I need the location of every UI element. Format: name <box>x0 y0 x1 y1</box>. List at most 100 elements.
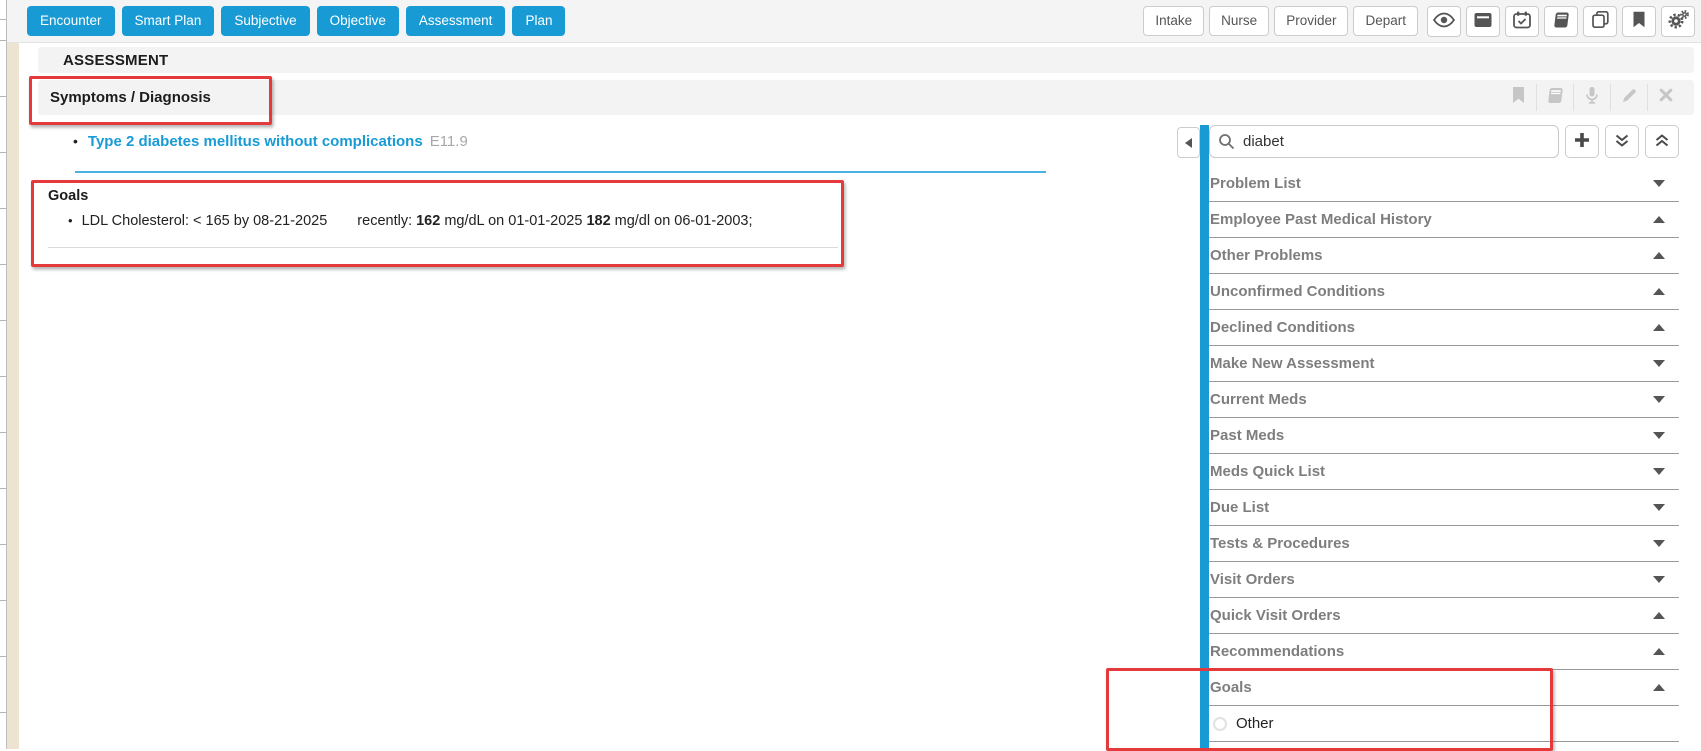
caret-icon <box>1653 360 1665 367</box>
pencil-icon <box>1621 87 1638 109</box>
assessment-button[interactable]: Assessment <box>405 6 506 36</box>
plus-icon <box>1574 132 1590 151</box>
caret-icon <box>1653 216 1665 223</box>
caret-icon <box>1653 252 1665 259</box>
left-edge-rail <box>0 0 7 749</box>
sidebar-item-current-meds[interactable]: Current Meds <box>1209 382 1679 418</box>
sidebar-item-make-new-assessment[interactable]: Make New Assessment <box>1209 346 1679 382</box>
section-title: Symptoms / Diagnosis <box>50 89 211 106</box>
sidebar-item-goals[interactable]: Goals <box>1209 670 1679 706</box>
sidebar-item-due-list[interactable]: Due List <box>1209 490 1679 526</box>
book-button[interactable] <box>1544 5 1578 37</box>
note-nav-group: Encounter Smart Plan Subjective Objectiv… <box>27 6 566 36</box>
expand-all-button[interactable] <box>1605 125 1639 158</box>
eye-button[interactable] <box>1427 5 1461 37</box>
goal-list-item: • LDL Cholesterol: < 165 by 08-21-2025 r… <box>68 213 756 229</box>
goal-target-text: LDL Cholesterol: < 165 by 08-21-2025 <box>81 213 328 229</box>
settings-button[interactable] <box>1661 5 1695 37</box>
caret-icon <box>1653 504 1665 511</box>
search-input[interactable] <box>1209 125 1559 158</box>
goal-recently-label: recently: <box>357 213 413 229</box>
icd-code: E11.9 <box>429 133 468 150</box>
sidebar-item-other-problems[interactable]: Other Problems <box>1209 238 1679 274</box>
caret-icon <box>1653 288 1665 295</box>
sidebar-item-declined-conditions[interactable]: Declined Conditions <box>1209 310 1679 346</box>
goal-value-1-detail: mg/dL on 01-01-2025 <box>444 213 583 229</box>
depart-button[interactable]: Depart <box>1353 6 1418 36</box>
archive-button[interactable] <box>1466 5 1500 37</box>
caret-icon <box>1653 468 1665 475</box>
sidebar-item-visit-orders[interactable]: Visit Orders <box>1209 562 1679 598</box>
provider-button[interactable]: Provider <box>1274 6 1349 36</box>
copy-icon <box>1591 10 1609 31</box>
section-action-group <box>1500 80 1684 115</box>
diagnosis-list-item: • Type 2 diabetes mellitus without compl… <box>73 133 468 150</box>
caret-icon <box>1653 324 1665 331</box>
sidebar-collapse-button[interactable] <box>1177 127 1200 158</box>
goal-option-other[interactable]: Other <box>1209 706 1679 742</box>
encounter-button[interactable]: Encounter <box>27 6 115 36</box>
intake-button[interactable]: Intake <box>1143 6 1205 36</box>
bookmark-icon <box>1511 86 1526 109</box>
diagnosis-link[interactable]: Type 2 diabetes mellitus without complic… <box>88 133 423 150</box>
section-book-button[interactable] <box>1537 80 1573 115</box>
section-close-button[interactable] <box>1648 80 1684 115</box>
goal-value-2-detail: mg/dl on 06-01-2003; <box>614 213 753 229</box>
close-icon <box>1659 88 1673 107</box>
double-chevron-up-icon <box>1654 133 1670 151</box>
subjective-button[interactable]: Subjective <box>221 6 310 36</box>
goals-heading: Goals <box>48 188 89 204</box>
sidebar-section-list: Problem List Employee Past Medical Histo… <box>1209 166 1679 742</box>
sidebar-search-row <box>1209 125 1679 158</box>
book-icon <box>1546 87 1565 109</box>
gears-icon <box>1668 10 1689 32</box>
caret-icon <box>1653 540 1665 547</box>
sidebar-item-tests-procedures[interactable]: Tests & Procedures <box>1209 526 1679 562</box>
add-button[interactable] <box>1565 125 1599 158</box>
copy-button[interactable] <box>1583 5 1617 37</box>
caret-icon <box>1653 684 1665 691</box>
bullet: • <box>68 213 73 228</box>
section-bookmark-button[interactable] <box>1500 80 1536 115</box>
bullet: • <box>73 133 78 149</box>
calendar-check-button[interactable] <box>1505 5 1539 37</box>
caret-icon <box>1653 648 1665 655</box>
chevron-left-icon <box>1185 137 1192 148</box>
bookmark-button[interactable] <box>1622 5 1656 37</box>
caret-icon <box>1653 396 1665 403</box>
diagnosis-underline <box>75 171 1046 173</box>
caret-icon <box>1653 576 1665 583</box>
caret-icon <box>1653 612 1665 619</box>
smart-plan-button[interactable]: Smart Plan <box>121 6 215 36</box>
sidebar-item-past-meds[interactable]: Past Meds <box>1209 418 1679 454</box>
calendar-check-icon <box>1513 11 1531 32</box>
plan-button[interactable]: Plan <box>512 6 566 36</box>
sidebar-item-unconfirmed-conditions[interactable]: Unconfirmed Conditions <box>1209 274 1679 310</box>
caret-icon <box>1653 180 1665 187</box>
top-toolbar: Encounter Smart Plan Subjective Objectiv… <box>7 0 1701 43</box>
left-beige-strip <box>7 36 19 749</box>
sidebar-item-employee-past-medical-history[interactable]: Employee Past Medical History <box>1209 202 1679 238</box>
section-dictate-button[interactable] <box>1574 80 1610 115</box>
symptoms-diagnosis-header[interactable]: Symptoms / Diagnosis <box>38 80 1694 115</box>
caret-icon <box>1653 432 1665 439</box>
nurse-button[interactable]: Nurse <box>1209 6 1270 36</box>
sidebar-item-quick-visit-orders[interactable]: Quick Visit Orders <box>1209 598 1679 634</box>
sidebar-item-recommendations[interactable]: Recommendations <box>1209 634 1679 670</box>
goal-value-2: 182 <box>586 213 611 229</box>
bookmark-icon <box>1632 11 1646 31</box>
order-sidebar: Problem List Employee Past Medical Histo… <box>1209 125 1679 742</box>
archive-icon <box>1474 12 1492 31</box>
section-edit-button[interactable] <box>1611 80 1647 115</box>
objective-button[interactable]: Objective <box>316 6 399 36</box>
book-icon <box>1552 12 1571 31</box>
search-icon <box>1218 133 1235 155</box>
page-title: ASSESSMENT <box>63 51 169 69</box>
visit-stage-group: Intake Nurse Provider Depart <box>1143 6 1418 36</box>
radio-button-icon[interactable] <box>1213 716 1227 731</box>
goal-value-1: 162 <box>416 213 441 229</box>
sidebar-item-problem-list[interactable]: Problem List <box>1209 166 1679 202</box>
sidebar-item-meds-quick-list[interactable]: Meds Quick List <box>1209 454 1679 490</box>
goal-divider <box>48 247 838 248</box>
collapse-all-button[interactable] <box>1645 125 1679 158</box>
